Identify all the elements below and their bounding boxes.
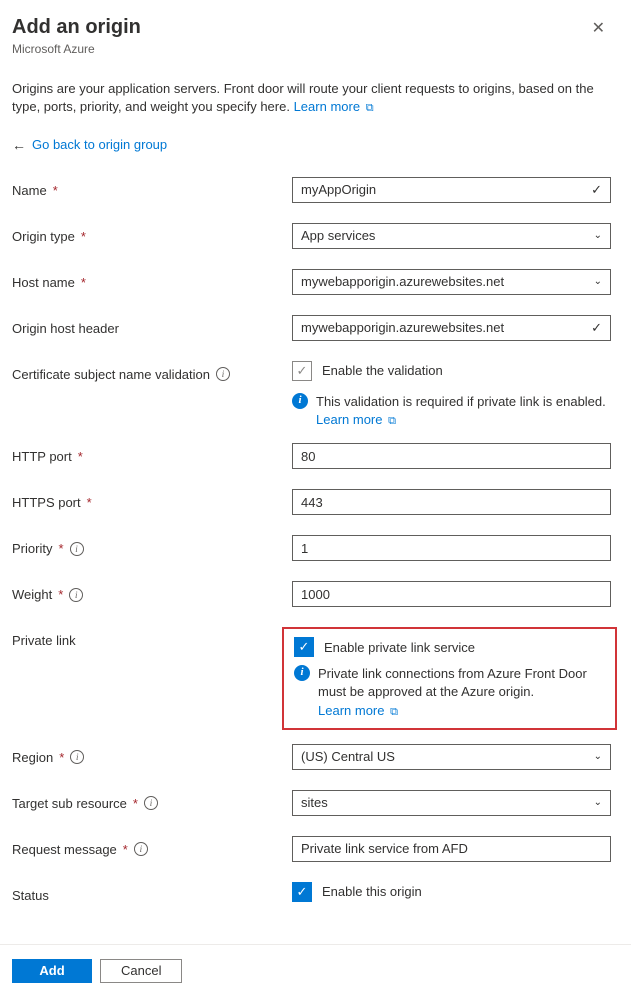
- status-checkbox-label: Enable this origin: [322, 884, 422, 899]
- priority-label: Priority* i: [12, 535, 292, 556]
- cert-validation-learn-more-link[interactable]: Learn more ⧉: [316, 412, 396, 427]
- cert-validation-checkbox-label: Enable the validation: [322, 363, 443, 378]
- http-port-input[interactable]: [292, 443, 611, 469]
- name-input[interactable]: myAppOrigin ✓: [292, 177, 611, 203]
- chevron-down-icon: ⌄: [594, 230, 602, 241]
- external-link-icon: ⧉: [366, 102, 374, 114]
- name-label: Name*: [12, 177, 292, 198]
- region-select[interactable]: (US) Central US ⌄: [292, 744, 611, 770]
- close-button[interactable]: ✕: [586, 16, 611, 40]
- target-sub-resource-select[interactable]: sites ⌄: [292, 790, 611, 816]
- private-link-highlight-box: ✓ Enable private link service i Private …: [282, 627, 617, 730]
- private-link-label: Private link: [12, 627, 292, 648]
- weight-label: Weight* i: [12, 581, 292, 602]
- region-label: Region* i: [12, 744, 292, 765]
- external-link-icon: ⧉: [388, 415, 396, 427]
- weight-input[interactable]: [292, 581, 611, 607]
- origin-type-label: Origin type*: [12, 223, 292, 244]
- https-port-label: HTTPS port*: [12, 489, 292, 510]
- info-icon: i: [292, 393, 308, 409]
- status-checkbox[interactable]: ✓: [292, 882, 312, 902]
- host-name-label: Host name*: [12, 269, 292, 290]
- checkmark-icon: ✓: [591, 182, 602, 198]
- description-learn-more-link[interactable]: Learn more ⧉: [294, 99, 374, 114]
- info-icon[interactable]: i: [70, 542, 84, 556]
- target-sub-resource-label: Target sub resource* i: [12, 790, 292, 811]
- private-link-checkbox[interactable]: ✓: [294, 637, 314, 657]
- info-icon[interactable]: i: [69, 588, 83, 602]
- description-text: Origins are your application servers. Fr…: [12, 80, 611, 117]
- chevron-down-icon: ⌄: [594, 276, 602, 287]
- info-icon: i: [294, 665, 310, 681]
- private-link-learn-more-link[interactable]: Learn more ⧉: [318, 703, 398, 718]
- arrow-left-icon: ←: [12, 137, 26, 153]
- chevron-down-icon: ⌄: [594, 797, 602, 808]
- host-name-select[interactable]: mywebapporigin.azurewebsites.net ⌄: [292, 269, 611, 295]
- https-port-input[interactable]: [292, 489, 611, 515]
- info-icon[interactable]: i: [134, 842, 148, 856]
- panel-subtitle: Microsoft Azure: [12, 42, 611, 56]
- request-message-input[interactable]: [292, 836, 611, 862]
- origin-type-select[interactable]: App services ⌄: [292, 223, 611, 249]
- chevron-down-icon: ⌄: [594, 751, 602, 762]
- origin-host-header-input[interactable]: mywebapporigin.azurewebsites.net ✓: [292, 315, 611, 341]
- external-link-icon: ⧉: [390, 706, 398, 718]
- private-link-checkbox-label: Enable private link service: [324, 640, 475, 655]
- cert-validation-checkbox[interactable]: ✓: [292, 361, 312, 381]
- cert-validation-label: Certificate subject name validation i: [12, 361, 292, 382]
- info-icon[interactable]: i: [216, 367, 230, 381]
- cancel-button[interactable]: Cancel: [100, 959, 182, 983]
- request-message-label: Request message* i: [12, 836, 292, 857]
- http-port-label: HTTP port*: [12, 443, 292, 464]
- add-button[interactable]: Add: [12, 959, 92, 983]
- panel-title: Add an origin: [12, 16, 141, 39]
- info-icon[interactable]: i: [70, 750, 84, 764]
- back-to-origin-group-link[interactable]: ← Go back to origin group: [12, 137, 611, 153]
- origin-host-header-label: Origin host header: [12, 315, 292, 336]
- info-icon[interactable]: i: [144, 796, 158, 810]
- checkmark-icon: ✓: [591, 320, 602, 336]
- priority-input[interactable]: [292, 535, 611, 561]
- status-label: Status: [12, 882, 292, 903]
